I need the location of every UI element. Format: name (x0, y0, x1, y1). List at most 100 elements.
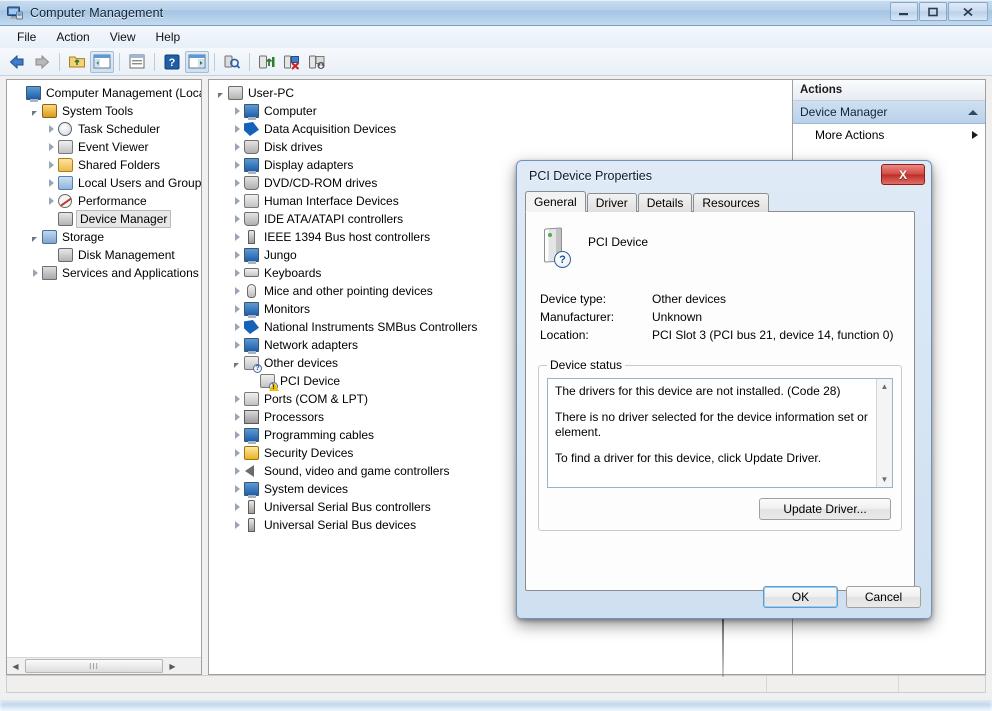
chevron-right-icon[interactable] (229, 498, 243, 516)
console-tree-item[interactable]: Local Users and Groups (7, 174, 201, 192)
status-vertical-scrollbar[interactable]: ▲ ▼ (876, 379, 892, 487)
dialog-titlebar[interactable]: PCI Device Properties X (517, 161, 931, 191)
window-controls (890, 2, 988, 21)
chevron-right-icon[interactable] (229, 228, 243, 246)
device-tree-item[interactable]: Computer (209, 102, 792, 120)
chevron-right-icon[interactable] (229, 318, 243, 336)
chevron-right-icon[interactable] (229, 300, 243, 318)
actions-section-device-manager[interactable]: Device Manager (793, 101, 985, 124)
chevron-right-icon[interactable] (229, 462, 243, 480)
warning-badge-icon (269, 382, 279, 391)
tab-details[interactable]: Details (637, 193, 693, 212)
scroll-down-icon[interactable]: ▼ (877, 472, 892, 487)
menu-help[interactable]: Help (147, 27, 190, 47)
minimize-button[interactable] (890, 2, 918, 21)
chevron-up-icon[interactable] (968, 109, 978, 115)
console-tree-item[interactable]: Event Viewer (7, 138, 201, 156)
window-title: Computer Management (30, 5, 164, 20)
console-tree-item[interactable]: Task Scheduler (7, 120, 201, 138)
chevron-right-icon[interactable] (229, 426, 243, 444)
console-tree-item[interactable]: Storage (7, 228, 201, 246)
console-tree-item[interactable]: Shared Folders (7, 156, 201, 174)
console-tree-item[interactable]: Disk Management (7, 246, 201, 264)
console-tree-pane[interactable]: Computer Management (Local System Tools Ta… (6, 79, 202, 675)
tab-driver[interactable]: Driver (586, 193, 637, 212)
chevron-right-icon[interactable] (43, 174, 57, 192)
help-icon[interactable]: ? (160, 51, 184, 73)
field-device-type-value: Other devices (652, 292, 727, 306)
show-console-tree-icon[interactable] (185, 50, 209, 73)
chevron-right-icon[interactable] (229, 102, 243, 120)
console-tree-item[interactable]: Performance (7, 192, 201, 210)
usb-icon (243, 499, 261, 515)
close-button[interactable] (948, 2, 988, 21)
scroll-right-icon[interactable]: ▶ (164, 659, 181, 674)
cancel-button[interactable]: Cancel (846, 586, 921, 608)
disk-drive-icon (243, 139, 261, 155)
chevron-right-icon[interactable] (229, 138, 243, 156)
chevron-right-icon[interactable] (43, 138, 57, 156)
update-driver-button[interactable]: Update Driver... (759, 498, 891, 520)
chevron-right-icon[interactable] (229, 480, 243, 498)
device-status-textbox[interactable]: The drivers for this device are not inst… (547, 378, 893, 488)
menu-view[interactable]: View (101, 27, 145, 47)
window-titlebar[interactable]: Computer Management (0, 0, 992, 26)
chevron-right-icon[interactable] (229, 192, 243, 210)
scan-for-hardware-changes-icon[interactable] (220, 51, 244, 73)
chevron-right-icon[interactable] (43, 156, 57, 174)
scroll-up-icon[interactable]: ▲ (877, 379, 892, 394)
back-icon[interactable] (5, 51, 29, 73)
maximize-button[interactable] (919, 2, 947, 21)
forward-icon[interactable] (30, 51, 54, 73)
chevron-right-icon[interactable] (229, 210, 243, 228)
disable-device-icon[interactable] (305, 51, 329, 73)
up-folder-icon[interactable] (65, 51, 89, 73)
ok-button[interactable]: OK (763, 586, 838, 608)
menu-action[interactable]: Action (47, 27, 98, 47)
show-hide-console-tree-icon[interactable] (90, 50, 114, 73)
chevron-down-icon[interactable] (213, 84, 227, 102)
scrollbar-thumb[interactable]: III (25, 659, 163, 673)
chevron-right-icon[interactable] (229, 264, 243, 282)
console-tree-item-label: Local Users and Groups (78, 176, 202, 190)
chevron-right-icon[interactable] (229, 408, 243, 426)
status-paragraph-1: The drivers for this device are not inst… (555, 384, 841, 398)
tab-resources[interactable]: Resources (693, 193, 769, 212)
scroll-left-icon[interactable]: ◀ (7, 659, 24, 674)
chevron-right-icon[interactable] (43, 192, 57, 210)
action-more-actions[interactable]: More Actions (793, 124, 985, 146)
chevron-down-icon[interactable] (27, 228, 41, 246)
chevron-right-icon[interactable] (229, 390, 243, 408)
chevron-right-icon[interactable] (229, 120, 243, 138)
chevron-right-icon[interactable] (229, 444, 243, 462)
chevron-right-icon[interactable] (229, 336, 243, 354)
device-tree-item[interactable]: Disk drives (209, 138, 792, 156)
chevron-right-icon[interactable] (229, 246, 243, 264)
chevron-right-icon[interactable] (229, 282, 243, 300)
chevron-right-icon[interactable] (43, 120, 57, 138)
chevron-down-icon[interactable] (229, 354, 243, 372)
properties-icon[interactable] (125, 51, 149, 73)
chevron-down-icon[interactable] (27, 102, 41, 120)
dialog-close-button[interactable]: X (881, 164, 925, 185)
console-tree-item-label: Shared Folders (78, 158, 161, 172)
chevron-right-icon[interactable] (229, 156, 243, 174)
console-tree-item[interactable]: System Tools (7, 102, 201, 120)
console-tree-item[interactable]: Services and Applications (7, 264, 201, 282)
chevron-right-icon[interactable] (229, 174, 243, 192)
menu-file[interactable]: File (8, 27, 45, 47)
processor-icon (243, 409, 261, 425)
device-tree-item[interactable]: Data Acquisition Devices (209, 120, 792, 138)
device-tree-item[interactable]: User-PC (209, 84, 792, 102)
update-driver-icon[interactable] (255, 51, 279, 73)
uninstall-device-icon[interactable] (280, 51, 304, 73)
console-tree-item[interactable]: Device Manager (7, 210, 201, 228)
console-tree-item[interactable]: Computer Management (Local (7, 84, 201, 102)
chevron-right-icon[interactable] (27, 264, 41, 282)
console-tree-horizontal-scrollbar[interactable]: ◀ III ▶ (7, 657, 201, 674)
field-device-type: Device type: Other devices (526, 290, 914, 308)
field-manufacturer-value: Unknown (652, 310, 703, 324)
chevron-right-icon[interactable] (229, 516, 243, 534)
tab-general[interactable]: General (525, 191, 586, 212)
chevron-right-icon[interactable] (972, 131, 978, 139)
